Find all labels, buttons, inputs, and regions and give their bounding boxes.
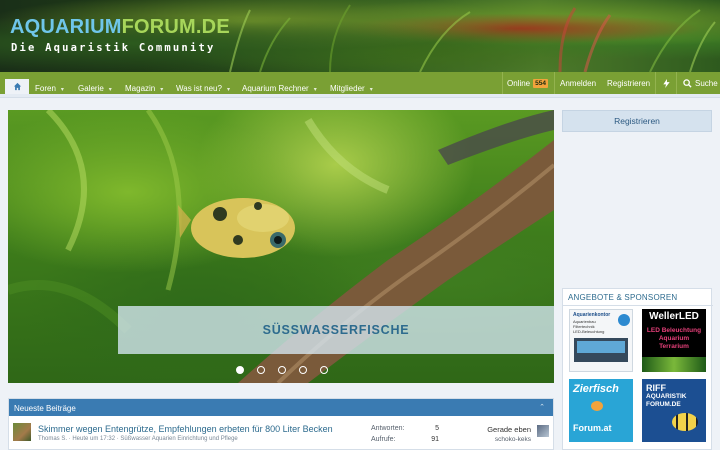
ad-line: Forum.at — [573, 423, 612, 433]
nav-item-galerie[interactable]: Galerie ▾ — [78, 84, 112, 93]
slider-dot[interactable] — [320, 366, 328, 374]
ad-title: WellerLED — [649, 311, 699, 322]
ad-aquarienkontor[interactable]: Aquarienkontor Aquarienbau Filtertechnik… — [569, 309, 633, 372]
nav-divider — [655, 72, 656, 94]
search-label: Suche — [695, 78, 718, 88]
slider-dot[interactable] — [257, 366, 265, 374]
ad-wellerled[interactable]: WellerLED LED Beleuchtung Aquarium Terra… — [642, 309, 706, 372]
latest-posts-widget: Neueste Beiträge ⌃ Skimmer wegen Entengr… — [8, 398, 554, 450]
ad-line: Terrarium — [659, 343, 689, 350]
login-link[interactable]: Anmelden — [560, 72, 596, 94]
aquarium-product-image — [574, 338, 628, 362]
nav-item-whats-new[interactable]: Was ist neu? ▾ — [176, 84, 230, 93]
online-count-badge: 554 — [533, 78, 548, 88]
post-title-link[interactable]: Skimmer wegen Entengrütze, Empfehlungen … — [38, 424, 333, 434]
post-meta: Thomas S. · Heute um 17:32 · Süßwasser A… — [38, 436, 238, 442]
ad-zierfisch-forum[interactable]: Zierfisch Forum.at — [569, 379, 633, 442]
featured-slider[interactable]: SÜSSWASSERFISCHE — [8, 110, 554, 383]
collapse-icon[interactable]: ⌃ — [539, 403, 545, 411]
nav-item-label: Mitglieder — [330, 84, 365, 93]
nav-home-tab[interactable] — [5, 79, 29, 94]
latest-posts-title: Neueste Beiträge — [14, 404, 76, 413]
slide-caption-text: SÜSSWASSERFISCHE — [262, 323, 410, 337]
sponsors-title: Angebote & Sponsoren — [568, 293, 678, 302]
ad-line: AQUARISTIK — [646, 393, 687, 400]
chevron-down-icon: ▾ — [226, 87, 230, 93]
logo-part-1: AQUARIUM — [10, 16, 122, 38]
chevron-down-icon: ▾ — [108, 87, 112, 93]
nav-item-label: Aquarium Rechner — [242, 84, 309, 93]
nav-item-calculator[interactable]: Aquarium Rechner ▾ — [242, 84, 317, 93]
chevron-down-icon: ▾ — [313, 87, 317, 93]
search-button[interactable]: Suche — [683, 72, 718, 94]
nav-item-label: Was ist neu? — [176, 84, 222, 93]
sponsors-widget: Angebote & Sponsoren Aquarienkontor Aqua… — [562, 288, 713, 450]
chevron-down-icon: ▾ — [60, 87, 64, 93]
replies-count: 5 — [435, 425, 439, 432]
nav-item-label: Galerie — [78, 84, 104, 93]
nav-item-label: Foren — [35, 84, 56, 93]
views-count: 91 — [431, 436, 439, 443]
plants-image — [642, 357, 706, 372]
sub-nav-bar — [0, 94, 720, 98]
ad-line: FORUM.DE — [646, 401, 681, 408]
login-label: Anmelden — [560, 78, 597, 88]
search-icon — [683, 78, 692, 88]
whats-new-quick-button[interactable] — [663, 72, 670, 94]
site-banner: AQUARIUMFORUM.DE Die Aquaristik Communit… — [0, 0, 720, 72]
nav-divider — [502, 72, 503, 94]
post-thumbnail[interactable] — [13, 423, 31, 441]
ad-line: Aquarium — [658, 335, 690, 342]
slider-dot[interactable] — [278, 366, 286, 374]
sidebar-register-button[interactable]: Registrieren — [562, 110, 712, 132]
latest-posts-header: Neueste Beiträge ⌃ — [9, 399, 553, 416]
online-label: Online — [507, 78, 531, 88]
site-logo[interactable]: AQUARIUMFORUM.DE — [10, 16, 230, 39]
main-nav: Foren ▾ Galerie ▾ Magazin ▾ Was ist neu? ▾ A… — [0, 72, 720, 94]
bolt-icon — [663, 78, 670, 88]
avatar[interactable] — [537, 425, 549, 437]
nav-divider — [554, 72, 555, 94]
replies-label: Antworten: — [371, 425, 405, 432]
home-icon — [13, 82, 21, 91]
nav-item-magazin[interactable]: Magazin ▾ — [125, 84, 163, 93]
logo-tagline: Die Aquaristik Community — [11, 42, 216, 54]
register-label: Registrieren — [607, 78, 651, 88]
sidebar-register-label: Registrieren — [614, 116, 660, 126]
slide-caption[interactable]: SÜSSWASSERFISCHE — [118, 306, 554, 354]
nav-item-members[interactable]: Mitglieder ▾ — [330, 84, 373, 93]
ad-line: LED-Beleuchtung — [573, 329, 605, 334]
online-users-link[interactable]: Online 554 — [507, 72, 548, 94]
fish-logo-icon — [618, 314, 630, 326]
logo-part-2: FORUM.DE — [121, 16, 230, 38]
sponsors-divider — [563, 305, 713, 306]
views-label: Aufrufe: — [371, 436, 396, 443]
fish-icon — [591, 401, 603, 411]
nav-item-label: Magazin — [125, 84, 156, 93]
ad-title: RIFF — [646, 383, 666, 393]
slider-dots — [236, 366, 328, 374]
ad-line: LED Beleuchtung — [646, 327, 702, 334]
last-post-time[interactable]: Gerade eben — [479, 425, 531, 434]
slider-dot[interactable] — [299, 366, 307, 374]
chevron-down-icon: ▾ — [369, 87, 373, 93]
nav-item-foren[interactable]: Foren ▾ — [35, 84, 64, 93]
ad-riff-aquaristik-forum[interactable]: RIFF AQUARISTIK FORUM.DE — [642, 379, 706, 442]
nav-divider — [676, 72, 677, 94]
register-link[interactable]: Registrieren — [607, 72, 650, 94]
slider-dot[interactable] — [236, 366, 244, 374]
last-post-user[interactable]: schoko-keks — [479, 436, 531, 443]
ad-title: Zierfisch — [573, 383, 619, 395]
ad-title: Aquarienkontor — [573, 312, 611, 318]
fish-icon — [672, 413, 698, 431]
chevron-down-icon: ▾ — [160, 87, 164, 93]
